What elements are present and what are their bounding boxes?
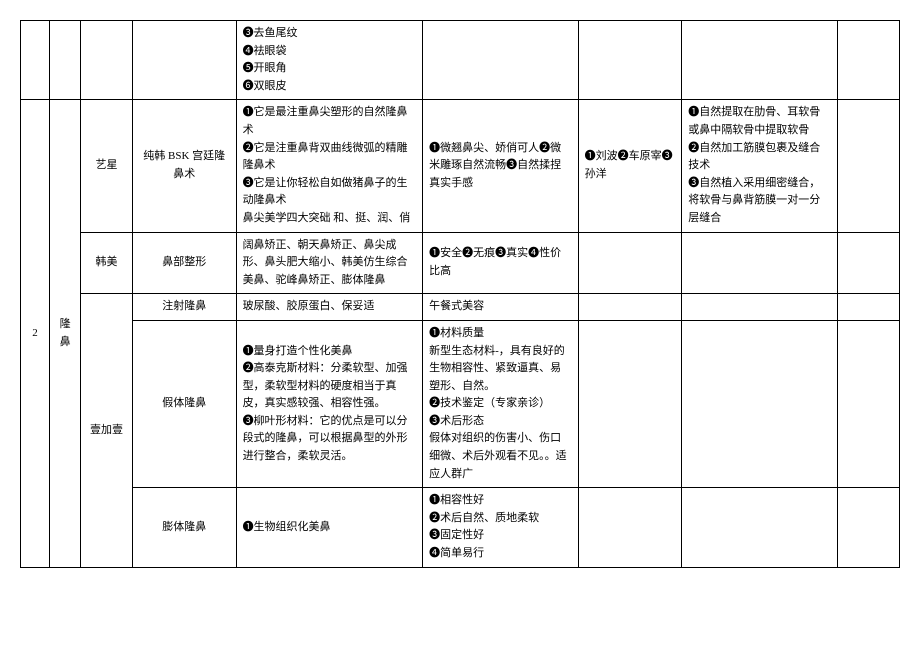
cell <box>837 320 899 487</box>
description-cell: ❶生物组织化美鼻 <box>236 488 423 567</box>
cell <box>21 21 50 100</box>
table-row: 韩美 鼻部整形 阔鼻矫正、朝天鼻矫正、鼻尖成形、鼻头肥大缩小、韩美仿生综合美鼻、… <box>21 232 900 294</box>
technique-cell: ❶自然提取在肋骨、耳软骨或鼻中隔软骨中提取软骨 ❷自然加工筋膜包裹及缝合技术 ❸… <box>682 100 837 232</box>
description-cell: ❶量身打造个性化美鼻 ❷高泰克斯材料：分柔软型、加强型，柔软型材料的硬度相当于真… <box>236 320 423 487</box>
brand-cell: 韩美 <box>81 232 133 294</box>
cell <box>423 21 578 100</box>
procedure-name: 注射隆鼻 <box>132 294 236 321</box>
cell <box>682 21 837 100</box>
brand-cell: 壹加壹 <box>81 294 133 567</box>
features-cell: ❶材料质量 新型生态材料-，具有良好的生物相容性、紧致逼真、易塑形、自然。 ❷技… <box>423 320 578 487</box>
cell <box>578 294 682 321</box>
cell <box>578 21 682 100</box>
table-row: 壹加壹 注射隆鼻 玻尿酸、胶原蛋白、保妥适 午餐式美容 <box>21 294 900 321</box>
procedure-name: 假体隆鼻 <box>132 320 236 487</box>
cell <box>837 294 899 321</box>
cell <box>682 232 837 294</box>
table-row: 假体隆鼻 ❶量身打造个性化美鼻 ❷高泰克斯材料：分柔软型、加强型，柔软型材料的硬… <box>21 320 900 487</box>
cell <box>837 100 899 232</box>
category-cell: 隆鼻 <box>50 100 81 567</box>
brand-cell: 艺星 <box>81 100 133 232</box>
procedure-table: ❸去鱼尾纹 ❹祛眼袋 ❺开眼角 ❻双眼皮 2 隆鼻 艺星 纯韩 BSK 宫廷隆鼻… <box>20 20 900 568</box>
cell <box>132 21 236 100</box>
procedure-name: 膨体隆鼻 <box>132 488 236 567</box>
description-cell: 阔鼻矫正、朝天鼻矫正、鼻尖成形、鼻头肥大缩小、韩美仿生综合美鼻、驼峰鼻矫正、膨体… <box>236 232 423 294</box>
description-cell: 玻尿酸、胶原蛋白、保妥适 <box>236 294 423 321</box>
procedure-name: 鼻部整形 <box>132 232 236 294</box>
procedure-name: 纯韩 BSK 宫廷隆鼻术 <box>132 100 236 232</box>
cell <box>578 488 682 567</box>
cell <box>50 21 81 100</box>
features-cell: ❶相容性好 ❷术后自然、质地柔软 ❸固定性好 ❹简单易行 <box>423 488 578 567</box>
table-row: ❸去鱼尾纹 ❹祛眼袋 ❺开眼角 ❻双眼皮 <box>21 21 900 100</box>
index-cell: 2 <box>21 100 50 567</box>
table-row: 膨体隆鼻 ❶生物组织化美鼻 ❶相容性好 ❷术后自然、质地柔软 ❸固定性好 ❹简单… <box>21 488 900 567</box>
table-row: 2 隆鼻 艺星 纯韩 BSK 宫廷隆鼻术 ❶它是最注重鼻尖塑形的自然隆鼻术 ❷它… <box>21 100 900 232</box>
description-cell: ❶它是最注重鼻尖塑形的自然隆鼻术 ❷它是注重鼻背双曲线微弧的精雕隆鼻术 ❸它是让… <box>236 100 423 232</box>
features-cell: 午餐式美容 <box>423 294 578 321</box>
features-cell: ❶安全❷无痕❸真实❹性价比高 <box>423 232 578 294</box>
cell-eye-items: ❸去鱼尾纹 ❹祛眼袋 ❺开眼角 ❻双眼皮 <box>236 21 423 100</box>
doctors-cell: ❶刘波❷车原宰❸孙洋 <box>578 100 682 232</box>
cell <box>682 488 837 567</box>
cell <box>837 21 899 100</box>
cell <box>837 488 899 567</box>
cell <box>578 320 682 487</box>
cell <box>81 21 133 100</box>
cell <box>837 232 899 294</box>
features-cell: ❶微翘鼻尖、娇俏可人❷微米雕琢自然流畅❸自然揉捏真实手感 <box>423 100 578 232</box>
cell <box>682 294 837 321</box>
cell <box>578 232 682 294</box>
cell <box>682 320 837 487</box>
